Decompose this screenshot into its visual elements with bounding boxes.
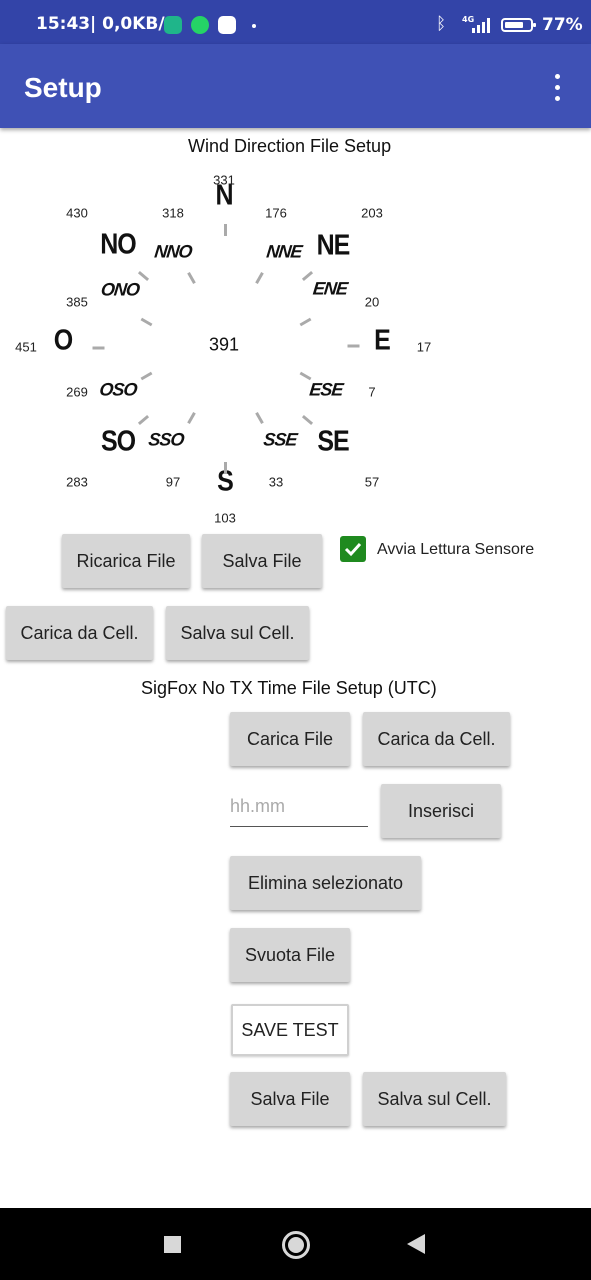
compass-value-se: 57 [364, 474, 380, 490]
compass-label-sso: SSO [147, 429, 185, 450]
compass-tick [255, 412, 264, 424]
compass-value-ene: 20 [364, 294, 380, 310]
whatsapp-icon [191, 16, 209, 34]
compass-label-ne: NE [316, 229, 351, 262]
compass-tick [299, 317, 312, 327]
compass-label-so: SO [100, 425, 136, 458]
shield-icon [164, 16, 182, 34]
compass-label-o: O [53, 324, 73, 357]
home-icon[interactable] [282, 1231, 310, 1259]
signal-icon [472, 17, 494, 33]
compass-label-oso: OSO [98, 379, 138, 400]
recents-icon[interactable] [164, 1236, 181, 1253]
sigfox-load-file-button[interactable]: Carica File [230, 712, 350, 766]
compass-value-sse: 33 [268, 474, 284, 490]
compass-label-e: E [374, 324, 391, 357]
compass-tick [224, 462, 227, 474]
compass-label-se: SE [317, 425, 349, 458]
compass-tick [92, 346, 105, 350]
compass-label-ese: ESE [308, 379, 344, 400]
compass-label-nne: NNE [265, 241, 303, 262]
check-icon [344, 542, 362, 557]
compass-tick [137, 414, 150, 426]
compass-value-so: 283 [66, 474, 88, 490]
wind-section-title: Wind Direction File Setup [188, 136, 392, 156]
sigfox-save-phone-button[interactable]: Salva sul Cell. [363, 1072, 506, 1126]
empty-file-button[interactable]: Svuota File [230, 928, 350, 982]
compass-value-sso: 97 [165, 474, 181, 490]
save-file-button[interactable]: Salva File [202, 534, 322, 588]
compass-tick [187, 272, 196, 284]
sigfox-section-title: SigFox No TX Time File Setup (UTC) [141, 678, 437, 698]
compass-value-o: 451 [15, 339, 37, 355]
compass-center-value: 391 [208, 334, 240, 355]
back-icon[interactable] [407, 1234, 425, 1254]
gmail-icon [218, 16, 236, 34]
status-bar: 15:43 | 0,0KB/s ᛒ 4G 77% [0, 0, 591, 44]
compass-tick [255, 272, 264, 284]
insert-button[interactable]: Inserisci [381, 784, 501, 838]
reload-file-button[interactable]: Ricarica File [62, 534, 190, 588]
compass-tick [224, 224, 227, 236]
battery-icon [501, 18, 536, 32]
compass-value-oso: 269 [66, 384, 88, 400]
save-to-phone-button[interactable]: Salva sul Cell. [166, 606, 309, 660]
compass-tick [301, 414, 314, 426]
compass-tick [140, 317, 153, 327]
page-title: Setup [24, 72, 102, 103]
compass-value-ne: 203 [361, 205, 383, 221]
sensor-checkbox-label: Avvia Lettura Sensore [377, 541, 535, 558]
compass-value-ese: 7 [368, 384, 376, 400]
notification-dot-icon [252, 24, 256, 28]
compass-label-sse: SSE [262, 429, 298, 450]
app-bar: Setup [0, 44, 591, 128]
compass-label-nno: NNO [153, 241, 193, 262]
sigfox-save-file-button[interactable]: Salva File [230, 1072, 350, 1126]
compass-label-ene: ENE [311, 278, 349, 299]
compass-label-ono: ONO [99, 279, 141, 300]
compass-value-e: 17 [416, 339, 432, 355]
sigfox-load-phone-button[interactable]: Carica da Cell. [363, 712, 510, 766]
compass-tick [347, 344, 360, 348]
compass-value-ono: 385 [66, 294, 88, 310]
network-speed: | 0,0KB/s [90, 14, 175, 34]
compass-tick [299, 371, 312, 381]
compass-value-no: 430 [66, 205, 88, 221]
battery-percent: 77% [542, 15, 583, 35]
bluetooth-icon: ᛒ [436, 14, 447, 34]
time-input[interactable]: hh.mm [230, 796, 368, 827]
compass-value-nne: 176 [265, 205, 287, 221]
compass-tick [140, 371, 153, 381]
compass-tick [187, 412, 196, 424]
compass-value-n: 331 [213, 172, 235, 188]
compass-label-no: NO [100, 228, 136, 261]
load-from-phone-button[interactable]: Carica da Cell. [6, 606, 153, 660]
sensor-checkbox[interactable] [340, 536, 366, 562]
compass-value-s: 103 [214, 510, 236, 526]
save-test-button[interactable]: SAVE TEST [231, 1004, 349, 1056]
compass-value-nno: 318 [162, 205, 184, 221]
compass-tick [301, 270, 314, 282]
status-time: 15:43 [36, 14, 91, 34]
more-vert-icon[interactable] [552, 74, 562, 102]
battery-fill [505, 22, 523, 28]
delete-selected-button[interactable]: Elimina selezionato [230, 856, 421, 910]
